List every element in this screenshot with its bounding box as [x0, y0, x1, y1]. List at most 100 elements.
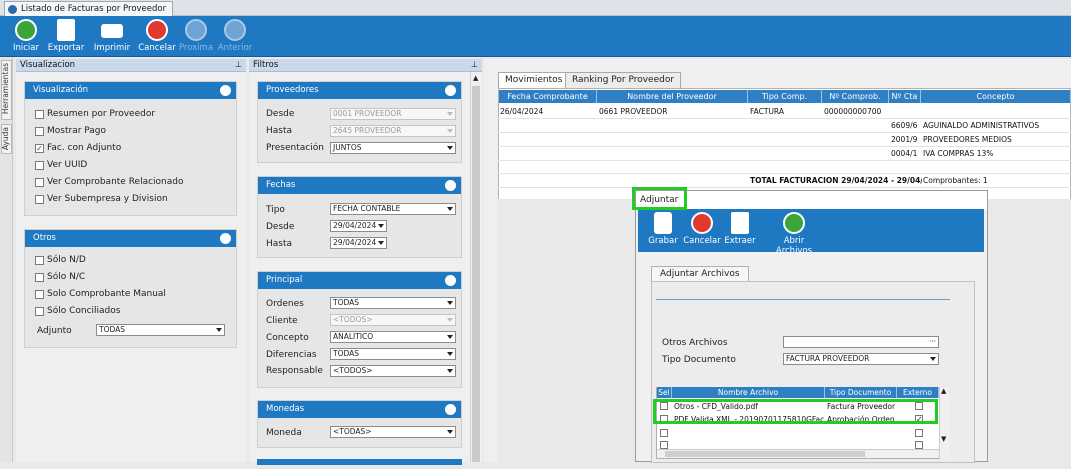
moneda-select[interactable]: <TODAS> [330, 426, 456, 438]
checkbox[interactable] [35, 126, 44, 136]
prov-hasta-select[interactable]: 2645 PROVEEDOR [330, 125, 456, 137]
collapse-icon[interactable] [445, 180, 456, 191]
collapse-icon[interactable] [445, 404, 456, 415]
fecha-desde-picker[interactable]: 29/04/2024 [330, 220, 387, 232]
cell-cta[interactable]: 0004/1 [891, 149, 917, 158]
visualizacion-option[interactable]: Ver Subempresa y Division [35, 194, 168, 204]
fecha-tipo-select[interactable]: FECHA CONTABLE [330, 203, 456, 215]
col-proveedor[interactable]: Nombre del Proveedor [597, 90, 748, 103]
prov-desde-select[interactable]: 0001 PROVEEDOR [330, 108, 456, 120]
col-tipo[interactable]: Tipo Comp. [748, 90, 822, 103]
concepto-select[interactable]: ANALITICO [330, 331, 456, 343]
extraer-button[interactable]: Extraer [718, 212, 762, 246]
anterior-button[interactable]: Anterior [213, 19, 257, 53]
visualizacion-option[interactable]: ✓ Fac. con Adjunto [35, 143, 121, 153]
file-select-checkbox[interactable] [660, 429, 668, 437]
proxima-button[interactable]: Proxima [174, 19, 218, 53]
cell-concepto[interactable]: IVA COMPRAS 13% [923, 149, 993, 158]
col-tipo-documento[interactable]: Tipo Documento [825, 387, 897, 398]
col-comprob[interactable]: Nº Comprob. [822, 90, 889, 103]
browse-button[interactable]: ··· [929, 337, 936, 347]
imprimir-button[interactable]: Imprimir [90, 19, 134, 53]
checkbox[interactable]: ✓ [35, 143, 44, 153]
files-hscrollbar[interactable] [657, 449, 939, 458]
row-divider [498, 187, 1071, 188]
export-icon [57, 19, 75, 41]
tipo-documento-select[interactable]: FACTURA PROVEEDOR [783, 353, 939, 365]
pin-icon[interactable]: ⊥ [471, 59, 478, 71]
cancelar-button[interactable]: Cancelar [135, 19, 179, 53]
col-concepto[interactable]: Concepto [921, 90, 1071, 103]
adjunto-select[interactable]: TODAS [96, 324, 225, 336]
cell-concepto[interactable]: PROVEEDORES MEDIOS [923, 135, 1012, 144]
otros-option[interactable]: Solo Comprobante Manual [35, 289, 166, 299]
file-select-checkbox[interactable] [660, 441, 668, 449]
visualizacion-group-title: Visualización [33, 85, 89, 95]
scroll-thumb[interactable] [472, 86, 480, 462]
col-nombre-archivo[interactable]: Nombre Archivo [672, 387, 825, 398]
col-sel[interactable]: Sel [657, 387, 672, 398]
checkbox[interactable] [35, 194, 44, 204]
responsable-select[interactable]: <TODOS> [330, 365, 456, 377]
collapse-icon[interactable] [220, 233, 231, 244]
hscroll-thumb[interactable] [665, 451, 865, 457]
file-externo-checkbox[interactable] [915, 429, 923, 437]
iniciar-button[interactable]: Iniciar [4, 19, 48, 53]
checkbox[interactable] [35, 289, 44, 299]
checkbox[interactable] [35, 306, 44, 316]
checkbox[interactable] [35, 160, 44, 170]
cell-cta[interactable]: 2001/9 [891, 135, 917, 144]
visualizacion-option[interactable]: Mostrar Pago [35, 126, 106, 136]
col-externo[interactable]: Externo [897, 387, 939, 398]
fecha-hasta-picker[interactable]: 29/04/2024 [330, 237, 387, 249]
pin-icon[interactable]: ⊥ [235, 59, 242, 71]
abrir-archivos-button[interactable]: Abrir Archivos [766, 212, 822, 256]
cell-cta[interactable]: 6609/6 [891, 121, 917, 130]
scroll-down-icon[interactable]: ▼ [941, 435, 946, 443]
cell-proveedor[interactable]: 0661 PROVEEDOR [599, 107, 667, 116]
chevron-down-icon [447, 112, 453, 116]
exportar-button[interactable]: Exportar [44, 19, 88, 53]
grabar-button[interactable]: Grabar [641, 212, 685, 246]
tab-ayuda[interactable]: Ayuda [1, 124, 12, 154]
checkbox[interactable] [35, 109, 44, 119]
col-cta[interactable]: Nº Cta [889, 90, 921, 103]
presentacion-select[interactable]: JUNTOS [330, 142, 456, 154]
cell-concepto[interactable]: AGUINALDO ADMINISTRATIVOS [923, 121, 1039, 130]
diferencias-select[interactable]: TODAS [330, 348, 456, 360]
tab-movimientos[interactable]: Movimientos [498, 72, 570, 88]
chevron-down-icon [447, 207, 453, 211]
cell-fecha[interactable]: 26/04/2024 [500, 107, 543, 116]
tab-herramientas[interactable]: Herramientas [1, 60, 12, 120]
cliente-select[interactable]: <TODOS> [330, 314, 456, 326]
scroll-up-icon[interactable]: ▲ [941, 387, 946, 395]
option-label: Solo Comprobante Manual [47, 289, 166, 299]
file-externo-checkbox[interactable] [915, 441, 923, 449]
checkbox[interactable] [35, 255, 44, 265]
play-icon [15, 19, 37, 41]
scroll-up-icon[interactable]: ▲ [473, 74, 478, 82]
cell-tipo[interactable]: FACTURA [750, 107, 784, 116]
visualizacion-option[interactable]: Ver Comprobante Relacionado [35, 177, 184, 187]
tab-adjuntar-archivos-label: Adjuntar Archivos [660, 269, 740, 279]
otros-option[interactable]: Sólo Conciliados [35, 306, 120, 316]
files-scrollbar[interactable]: ▲ ▼ [939, 387, 949, 459]
checkbox[interactable] [35, 177, 44, 187]
tab-ranking[interactable]: Ranking Por Proveedor [565, 72, 682, 88]
filtros-scrollbar[interactable]: ▲ [470, 72, 481, 462]
option-label: Sólo Conciliados [47, 306, 121, 316]
collapse-icon[interactable] [220, 85, 231, 96]
ordenes-select[interactable]: TODAS [330, 297, 456, 309]
collapse-icon[interactable] [445, 275, 456, 286]
visualizacion-option[interactable]: Resumen por Proveedor [35, 109, 155, 119]
document-tab[interactable]: Listado de Facturas por Proveedor [4, 1, 174, 16]
collapse-icon[interactable] [445, 85, 456, 96]
otros-option[interactable]: Sólo N/D [35, 255, 86, 265]
otros-option[interactable]: Sólo N/C [35, 272, 85, 282]
cell-comprob[interactable]: 000000000700 [824, 107, 881, 116]
otros-archivos-input[interactable]: ··· [783, 336, 939, 348]
visualizacion-option[interactable]: Ver UUID [35, 160, 87, 170]
col-fecha[interactable]: Fecha Comprobante [499, 90, 597, 103]
checkbox[interactable] [35, 272, 44, 282]
tab-adjuntar-archivos[interactable]: Adjuntar Archivos [651, 266, 749, 282]
